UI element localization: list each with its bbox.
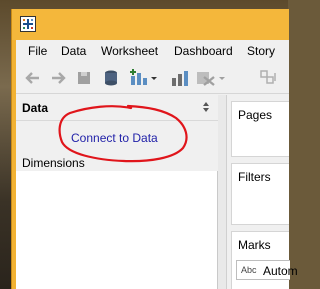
pane-splitter[interactable] bbox=[218, 95, 227, 289]
menu-bar: File Data Worksheet Dashboard Story bbox=[16, 40, 289, 62]
filters-label: Filters bbox=[238, 170, 271, 184]
swap-icon[interactable] bbox=[259, 69, 279, 87]
dimensions-label: Dimensions bbox=[22, 156, 85, 170]
app-window: File Data Worksheet Dashboard Story Data… bbox=[11, 9, 298, 289]
save-icon[interactable] bbox=[76, 69, 92, 87]
datasource-icon[interactable] bbox=[102, 69, 120, 87]
clear-icon[interactable] bbox=[196, 69, 226, 87]
pane-resize-arrows-icon[interactable] bbox=[202, 101, 210, 113]
menu-data[interactable]: Data bbox=[61, 44, 86, 58]
app-client-area: File Data Worksheet Dashboard Story Data… bbox=[16, 40, 298, 289]
app-icon[interactable] bbox=[20, 16, 36, 32]
dimensions-header: Dimensions bbox=[16, 155, 218, 171]
menu-file[interactable]: File bbox=[28, 44, 47, 58]
marks-type-dropdown[interactable]: Abc Autom bbox=[236, 260, 298, 280]
menu-worksheet[interactable]: Worksheet bbox=[101, 44, 158, 58]
shelves-pane: Pages Filters Marks Abc Autom bbox=[227, 95, 298, 289]
connect-to-data-link[interactable]: Connect to Data bbox=[71, 131, 158, 145]
forward-arrow-icon[interactable] bbox=[49, 69, 67, 87]
abc-icon: Abc bbox=[241, 265, 257, 275]
connect-area: Connect to Data bbox=[16, 121, 218, 155]
menu-dashboard[interactable]: Dashboard bbox=[174, 44, 233, 58]
chart-icon[interactable] bbox=[171, 69, 189, 87]
toolbar-separator bbox=[117, 76, 118, 77]
pages-label: Pages bbox=[238, 108, 273, 122]
data-pane-header: Data bbox=[16, 95, 218, 121]
marks-type-value: Autom bbox=[263, 264, 298, 278]
filters-card: Filters bbox=[231, 163, 289, 225]
data-pane-title: Data bbox=[22, 101, 49, 115]
data-pane: Data Connect to Data Dimensions bbox=[16, 95, 218, 289]
pages-card: Pages bbox=[231, 101, 289, 157]
menu-story[interactable]: Story bbox=[247, 44, 275, 58]
toolbar bbox=[16, 62, 289, 94]
title-bar[interactable] bbox=[12, 9, 289, 40]
new-worksheet-icon[interactable] bbox=[130, 69, 158, 87]
marks-card: Marks Abc Autom bbox=[231, 231, 298, 289]
back-arrow-icon[interactable] bbox=[24, 69, 42, 87]
marks-label: Marks bbox=[238, 238, 271, 252]
